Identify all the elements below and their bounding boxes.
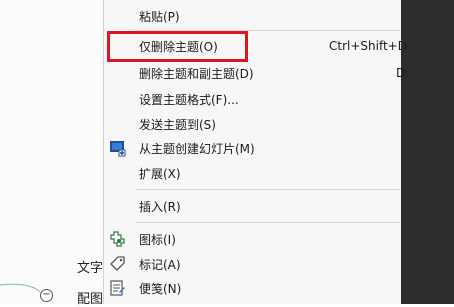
slide-icon	[110, 141, 126, 157]
menu-separator	[135, 222, 401, 223]
menu-item-label: 便笺(N)	[139, 281, 182, 296]
menu-item-icon[interactable]: 图标(I)	[104, 228, 401, 250]
highlight-box	[107, 31, 248, 62]
menu-item-shortcut: D	[396, 66, 406, 80]
menu-item-mark[interactable]: 标记(A)	[104, 253, 401, 275]
menu-item-send-topic-to[interactable]: 发送主题到(S)	[104, 113, 401, 135]
menu-item-insert[interactable]: 插入(R)	[104, 195, 401, 217]
collapse-button[interactable]: −	[40, 289, 53, 302]
tag-icon	[110, 256, 125, 271]
menu-item-note[interactable]: 便笺(N)	[104, 277, 401, 299]
topic-node-text[interactable]: 配图	[77, 288, 103, 307]
menu-item-delete-topic-and-subtopics[interactable]: 删除主题和副主题(D) D	[104, 62, 405, 84]
dark-side-panel	[400, 0, 454, 304]
menu-item-paste[interactable]: 粘贴(P)	[104, 5, 401, 27]
menu-item-label: 发送主题到(S)	[139, 117, 216, 132]
menu-item-label: 从主题创建幻灯片(M)	[139, 141, 255, 156]
menu-item-label: 标记(A)	[139, 257, 181, 272]
menu-item-create-slide[interactable]: 从主题创建幻灯片(M)	[104, 137, 401, 159]
puzzle-icon	[110, 231, 125, 247]
menu-item-label: 图标(I)	[139, 232, 176, 247]
menu-item-label: 粘贴(P)	[139, 9, 180, 24]
menu-item-shortcut: Ctrl+Shift+D	[329, 39, 407, 53]
menu-item-label: 删除主题和副主题(D)	[139, 66, 254, 81]
menu-item-format-topic[interactable]: 设置主题格式(F)...	[104, 88, 401, 110]
note-icon	[110, 280, 125, 296]
topic-node-text[interactable]: 文字	[77, 257, 103, 276]
menu-separator	[135, 189, 401, 190]
menu-item-label: 插入(R)	[139, 199, 181, 214]
mindmap-canvas: 文字 配图 −	[0, 0, 103, 307]
menu-item-expand[interactable]: 扩展(X)	[104, 162, 401, 184]
menu-item-label: 设置主题格式(F)...	[139, 92, 239, 107]
menu-item-label: 扩展(X)	[139, 166, 181, 181]
